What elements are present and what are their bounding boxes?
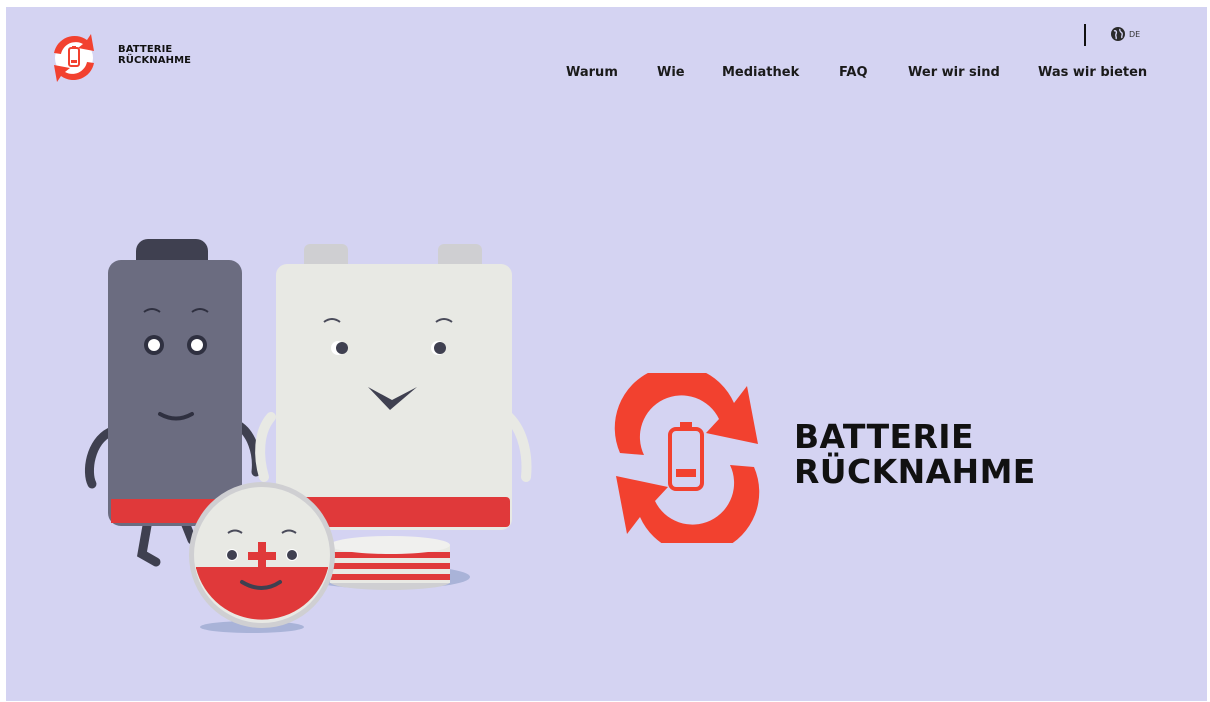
battery-recycle-brand-icon <box>614 373 760 543</box>
nav-link-faq[interactable]: FAQ <box>839 65 868 80</box>
nav-link-was-wir-bieten[interactable]: Was wir bieten <box>1038 65 1147 80</box>
hero-brand-wordmark: BATTERIE RÜCKNAHME <box>794 419 1036 489</box>
nav-link-wie[interactable]: Wie <box>657 65 685 80</box>
page: BATTERIE RÜCKNAHME DE Warum Wie Mediathe… <box>6 7 1207 701</box>
hero-brand-line-1: BATTERIE <box>794 417 974 456</box>
logo-line-2: RÜCKNAHME <box>118 55 192 66</box>
logo-line-1: BATTERIE <box>118 44 173 55</box>
hero-brand-line-2: RÜCKNAHME <box>794 452 1036 491</box>
dark-battery <box>108 260 242 526</box>
site-logo[interactable]: BATTERIE RÜCKNAHME <box>42 26 232 90</box>
nav-link-wer-wir-sind[interactable]: Wer wir sind <box>908 65 1000 80</box>
battery-characters-illustration <box>85 239 532 633</box>
header-divider <box>1084 24 1086 46</box>
globe-icon <box>1111 27 1125 41</box>
language-switcher[interactable]: DE <box>1110 26 1140 42</box>
language-code: DE <box>1129 29 1141 39</box>
logo-wordmark: BATTERIE RÜCKNAHME <box>118 44 191 66</box>
recycle-battery-logo-icon <box>54 34 94 82</box>
light-battery <box>276 264 512 530</box>
nav-link-mediathek[interactable]: Mediathek <box>722 65 799 80</box>
nav-link-warum[interactable]: Warum <box>566 65 618 80</box>
